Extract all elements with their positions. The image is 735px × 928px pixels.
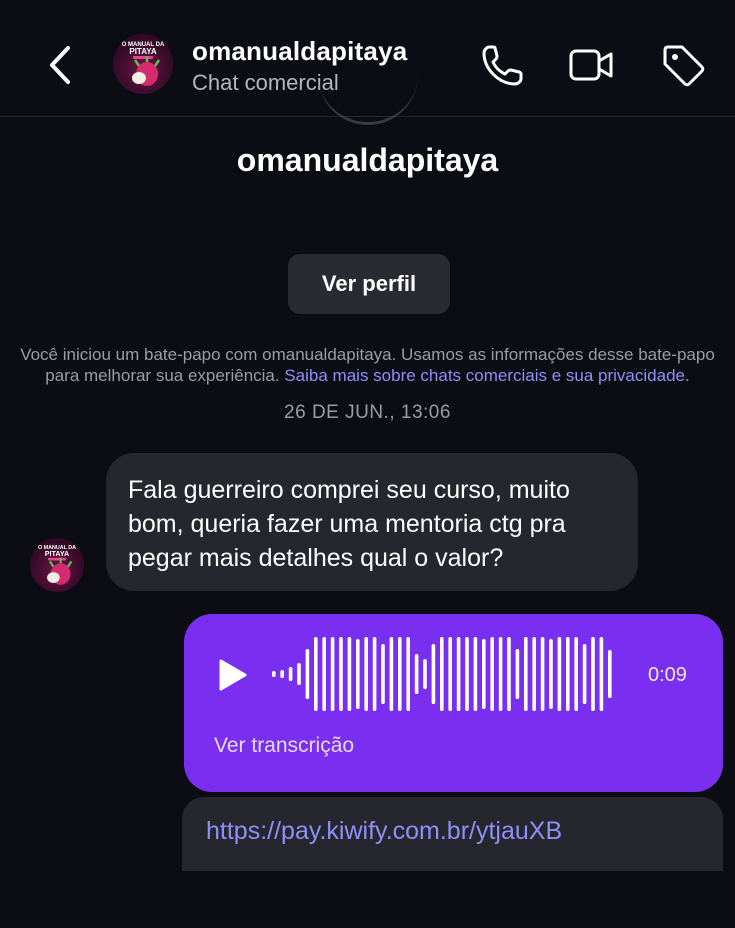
waveform-bar (608, 650, 612, 698)
waveform-bar (423, 659, 427, 689)
privacy-link[interactable]: Saiba mais sobre chats comerciais e sua … (284, 366, 685, 385)
waveform-bar (440, 637, 444, 711)
waveform-bar (431, 644, 436, 704)
waveform-bar (381, 644, 385, 704)
chat-subtitle: Chat comercial (192, 70, 339, 95)
profile-name: omanualdapitaya (236, 142, 499, 178)
waveform-bar (473, 637, 478, 711)
message-timestamp: 26 DE JUN., 13:06 (284, 402, 451, 423)
audio-waveform[interactable] (272, 636, 622, 712)
waveform-bar (398, 637, 402, 711)
logo-line-2: PITAYA (129, 47, 156, 56)
waveform-bar (314, 637, 318, 711)
waveform-bar (482, 639, 486, 709)
phone-icon[interactable] (480, 42, 526, 88)
waveform-bar (498, 637, 503, 711)
waveform-bar (305, 649, 310, 699)
waveform-bar (566, 637, 570, 711)
waveform-bar (599, 637, 604, 711)
business-chat-notice: Você iniciou um bate-papo com omanualdap… (20, 344, 715, 386)
waveform-bar (280, 670, 284, 678)
sender-avatar[interactable]: O MANUAL DA PITAYA (30, 538, 84, 592)
waveform-bar (364, 637, 368, 711)
incoming-message-bubble[interactable]: Fala guerreiro comprei seu curso, muito … (106, 453, 638, 591)
audio-duration: 0:09 (648, 664, 687, 686)
waveform-bar (557, 637, 562, 711)
waveform-bar (406, 637, 410, 711)
view-transcript-link[interactable]: Ver transcrição (214, 734, 354, 758)
waveform-bar (540, 637, 545, 711)
payment-link[interactable]: https://pay.kiwify.com.br/ytjauXB (206, 817, 562, 846)
waveform-bar (574, 637, 578, 711)
waveform-bar (288, 667, 293, 681)
waveform-bar (347, 637, 352, 711)
waveform-bar (490, 637, 494, 711)
pitaya-logo: O MANUAL DA PITAYA (38, 545, 76, 585)
waveform-bar (389, 637, 394, 711)
notice-end: . (684, 366, 690, 385)
waveform-bar (515, 649, 520, 699)
avatar[interactable]: O MANUAL DA PITAYA (113, 34, 173, 94)
waveform-bar (465, 637, 469, 711)
audio-message-bubble[interactable]: 0:09 Ver transcrição (184, 614, 723, 792)
tag-icon[interactable] (660, 42, 706, 88)
video-camera-icon[interactable] (568, 42, 614, 88)
waveform-bar (507, 637, 511, 711)
waveform-bar (356, 639, 360, 709)
outgoing-link-bubble[interactable]: https://pay.kiwify.com.br/ytjauXB (182, 797, 723, 871)
chat-contact-name[interactable]: omanualdapitaya (192, 36, 407, 67)
waveform-bar (524, 637, 528, 711)
play-icon[interactable] (218, 658, 248, 692)
chevron-left-icon[interactable] (42, 42, 78, 88)
waveform-bar (414, 654, 419, 694)
logo-line-2: PITAYA (45, 549, 70, 558)
view-profile-button[interactable]: Ver perfil (288, 254, 450, 314)
waveform-bar (456, 637, 461, 711)
waveform-bar (532, 637, 536, 711)
waveform-bar (372, 637, 377, 711)
waveform-bar (582, 644, 587, 704)
waveform-bar (297, 663, 301, 685)
waveform-bar (591, 637, 595, 711)
waveform-bar (549, 639, 553, 709)
waveform-bar (339, 637, 343, 711)
waveform-bar (322, 637, 326, 711)
waveform-bar (330, 637, 335, 711)
waveform-bar (448, 637, 452, 711)
waveform-bar (272, 671, 276, 677)
pitaya-logo: O MANUAL DA PITAYA (122, 42, 165, 86)
